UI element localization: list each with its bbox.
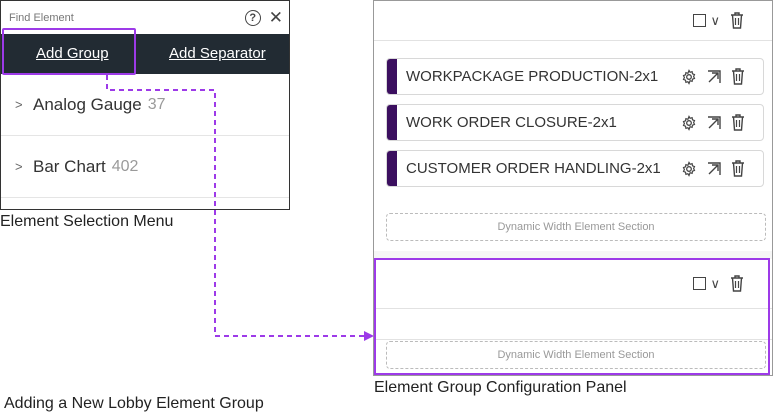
menu-item-count: 402 (111, 157, 139, 175)
element-accent-bar (387, 59, 397, 94)
menu-item-analog-gauge[interactable]: > Analog Gauge 37 (1, 74, 289, 136)
trash-icon[interactable] (731, 160, 745, 177)
trash-icon[interactable] (731, 68, 745, 85)
open-external-icon[interactable] (706, 115, 722, 131)
group-toolbar: ∨ (374, 1, 772, 41)
open-external-icon[interactable] (706, 69, 722, 85)
group-element-row[interactable]: WORK ORDER CLOSURE-2x1 (386, 104, 764, 141)
dynamic-width-element-section[interactable]: Dynamic Width Element Section (386, 213, 766, 241)
menu-header-icons: ? ✕ (244, 9, 283, 26)
trash-icon[interactable] (731, 114, 745, 131)
element-accent-bar (387, 105, 397, 140)
element-actions (681, 68, 763, 85)
group-element-row[interactable]: CUSTOMER ORDER HANDLING-2x1 (386, 150, 764, 187)
new-group-highlight (374, 258, 770, 375)
menu-item-label: Bar Chart (33, 156, 106, 176)
help-icon[interactable]: ? (244, 9, 261, 26)
caption-adding-new-group: Adding a New Lobby Element Group (4, 395, 264, 412)
chevron-down-icon[interactable]: ∨ (710, 13, 720, 29)
element-actions (681, 160, 763, 177)
menu-title: Find Element (9, 11, 74, 24)
element-actions (681, 114, 763, 131)
gear-icon[interactable] (681, 114, 697, 131)
caption-element-selection-menu: Element Selection Menu (0, 213, 174, 230)
caption-configuration-panel: Element Group Configuration Panel (374, 379, 627, 396)
checkbox-icon[interactable] (693, 14, 707, 27)
chevron-right-icon: > (15, 97, 23, 112)
chevron-right-icon: > (15, 159, 23, 174)
menu-item-count: 37 (147, 95, 166, 113)
close-icon[interactable]: ✕ (269, 9, 283, 26)
add-separator-button[interactable]: Add Separator (169, 45, 266, 62)
gear-icon[interactable] (681, 68, 697, 85)
menu-item-label: Analog Gauge (33, 94, 142, 114)
element-label: WORK ORDER CLOSURE-2x1 (406, 114, 617, 131)
element-label: CUSTOMER ORDER HANDLING-2x1 (406, 160, 661, 177)
group-element-row[interactable]: WORKPACKAGE PRODUCTION-2x1 (386, 58, 764, 95)
trash-icon[interactable] (730, 12, 744, 29)
open-external-icon[interactable] (706, 161, 722, 177)
element-group-1: ∨ WORKPACKAGE PRODUCTION-2x1 WORK ORDER … (374, 1, 772, 251)
gear-icon[interactable] (681, 160, 697, 177)
add-group-highlight (2, 28, 136, 75)
menu-item-bar-chart[interactable]: > Bar Chart 402 (1, 136, 289, 198)
element-accent-bar (387, 151, 397, 186)
element-label: WORKPACKAGE PRODUCTION-2x1 (406, 68, 659, 85)
